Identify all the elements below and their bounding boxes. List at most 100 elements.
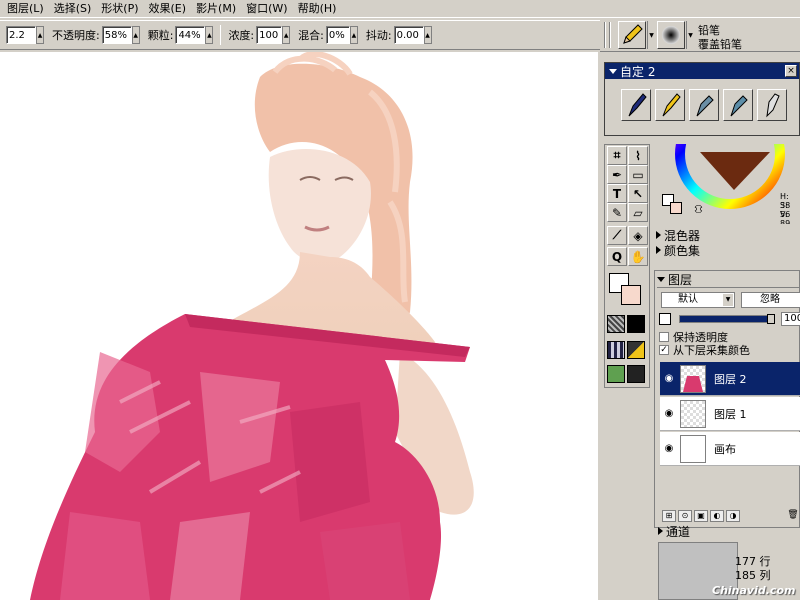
stamp-icon[interactable]: ⛻ (694, 202, 703, 218)
expand-icon (656, 246, 661, 254)
menu-effects[interactable]: 效果(E) (144, 1, 192, 17)
visibility-eye-icon[interactable]: ◉ (660, 373, 678, 384)
right-dock: ⛻ H: 38 S: 56 V: 89 混色器 颜色集 图层 默认 ▼ 忽略 1… (652, 144, 800, 600)
nozzle-selector-icon[interactable] (627, 365, 645, 383)
pick-up-underlying-checkbox[interactable]: ✓ (659, 345, 669, 355)
layer-commands-icon[interactable]: ⊞ (662, 510, 676, 522)
rectangle-tool-icon[interactable]: ▭ (628, 165, 648, 184)
paper-selector-icon[interactable] (607, 315, 625, 333)
size-field[interactable]: 2.2 (6, 26, 36, 44)
dropper-tool-icon[interactable]: ⟋ (607, 226, 627, 245)
brush-category-button[interactable] (618, 21, 646, 49)
grabber-hand-icon[interactable]: ✋ (628, 247, 648, 266)
opacity-field[interactable]: 100 (781, 312, 800, 326)
grip-handle-2[interactable] (609, 22, 611, 48)
menu-help[interactable]: 帮助(H) (293, 1, 342, 17)
visibility-eye-icon[interactable]: ◉ (660, 408, 678, 419)
collapse-icon (657, 276, 665, 282)
layers-panel-header[interactable]: 图层 (657, 272, 800, 287)
weaves-selector-icon[interactable] (627, 341, 645, 359)
jitter-label: 抖动: (365, 29, 392, 42)
chevron-down-icon: ▼ (723, 294, 733, 306)
brush-preset-1[interactable] (621, 89, 651, 121)
paint-bucket-icon[interactable]: ◈ (628, 226, 648, 245)
opacity-slider-thumb[interactable] (767, 314, 775, 324)
gradient-selector-icon[interactable] (627, 315, 645, 333)
jitter-field[interactable]: 0.00 (393, 26, 424, 44)
lasso-tool-icon[interactable]: ⌇ (628, 146, 648, 165)
opacity-slider[interactable] (679, 315, 775, 323)
magnifier-icon[interactable]: Q (607, 247, 627, 266)
drawing-canvas[interactable] (0, 52, 598, 600)
toolbox: ⌗ ⌇ ✒ ▭ T ↖ ✎ ▱ ⟋ ◈ Q ✋ (604, 144, 650, 388)
layer-name: 画布 (714, 442, 736, 456)
layer-mask-icon[interactable]: ◑ (726, 510, 740, 522)
composite-depth-select[interactable]: 忽略 (741, 292, 800, 308)
menu-window[interactable]: 窗口(W) (241, 1, 292, 17)
blend-spinner[interactable]: ▲ (349, 26, 358, 44)
crop-tool-icon[interactable]: ⌗ (607, 146, 627, 165)
layer-thumbnail (680, 434, 706, 463)
pick-up-underlying-option[interactable]: ✓ 从下层采集颜色 (659, 342, 750, 358)
color-sets-header[interactable]: 颜色集 (656, 243, 800, 258)
custom-palette-titlebar[interactable]: 自定 2 (605, 63, 799, 79)
size-spinner[interactable]: ▲ (36, 26, 44, 44)
new-layer-icon[interactable]: ▣ (694, 510, 708, 522)
collapse-icon[interactable] (609, 68, 617, 74)
menu-movie[interactable]: 影片(M) (191, 1, 241, 17)
channels-label: 通道 (666, 524, 691, 539)
pattern-selector-icon[interactable] (607, 341, 625, 359)
dress-thumbnail-icon (683, 375, 703, 392)
custom-palette-title: 自定 2 (620, 64, 656, 79)
brush-preset-4[interactable] (723, 89, 753, 121)
color-sets-label: 颜色集 (664, 243, 701, 258)
density-field[interactable]: 100 (256, 26, 283, 44)
pen-tool-icon[interactable]: ✒ (607, 165, 627, 184)
lock-layer-icon[interactable] (659, 313, 671, 325)
menu-select[interactable]: 选择(S) (49, 1, 97, 17)
brush-category-dropdown[interactable]: ▼ (647, 21, 655, 49)
grip-handle[interactable] (604, 22, 606, 48)
brush-variant-button[interactable] (657, 21, 685, 49)
close-button[interactable]: × (785, 65, 797, 77)
selector-tool-icon[interactable]: ↖ (628, 184, 648, 203)
brush-dab-icon (662, 26, 680, 44)
preserve-transparency-checkbox[interactable] (659, 332, 669, 342)
composite-method-select[interactable]: 默认 ▼ (661, 292, 735, 308)
layers-title: 图层 (668, 272, 693, 287)
layer-row-2[interactable]: ◉ 图层 2 (660, 362, 800, 396)
jitter-spinner[interactable]: ▲ (423, 26, 432, 44)
text-tool-icon[interactable]: T (607, 184, 627, 203)
trash-icon[interactable]: 🗑 (786, 510, 800, 522)
secondary-color-swatch[interactable] (621, 285, 641, 305)
composite-depth-value: 忽略 (760, 294, 780, 305)
grain-field[interactable]: 44% (175, 26, 206, 44)
opacity-spinner[interactable]: ▲ (131, 26, 140, 44)
brush-preset-3[interactable] (689, 89, 719, 121)
brush-tool-icon[interactable]: ✎ (607, 203, 627, 222)
eraser-pen-icon (766, 93, 780, 118)
mixer-panel-header[interactable]: 混色器 (656, 228, 800, 243)
layer-row-1[interactable]: ◉ 图层 1 (660, 397, 800, 431)
visibility-eye-icon[interactable]: ◉ (660, 443, 678, 454)
opacity-field[interactable]: 58% (101, 26, 132, 44)
brush-preset-2[interactable] (655, 89, 685, 121)
eraser-tool-icon[interactable]: ▱ (628, 203, 648, 222)
cp-secondary-swatch[interactable] (670, 202, 682, 214)
menu-shapes[interactable]: 形状(P) (96, 1, 143, 17)
mask-icon[interactable]: ◐ (710, 510, 724, 522)
channels-panel-header[interactable]: 通道 (658, 524, 800, 539)
layer-row-canvas[interactable]: ◉ 画布 (660, 432, 800, 466)
layer-name: 图层 1 (714, 407, 747, 421)
look-selector-icon[interactable] (607, 365, 625, 383)
color-picker[interactable]: ⛻ H: 38 S: 56 V: 89 (652, 144, 800, 224)
menu-layers[interactable]: 图层(L) (2, 1, 49, 17)
brush-variant-dropdown[interactable]: ▼ (686, 21, 694, 49)
toolbar-divider (220, 25, 222, 45)
dynamic-plugins-icon[interactable]: ⊙ (678, 510, 692, 522)
brush-preset-5[interactable] (757, 89, 787, 121)
artwork (30, 52, 474, 600)
blend-field[interactable]: 0% (325, 26, 350, 44)
grain-spinner[interactable]: ▲ (205, 26, 214, 44)
density-spinner[interactable]: ▲ (282, 26, 291, 44)
